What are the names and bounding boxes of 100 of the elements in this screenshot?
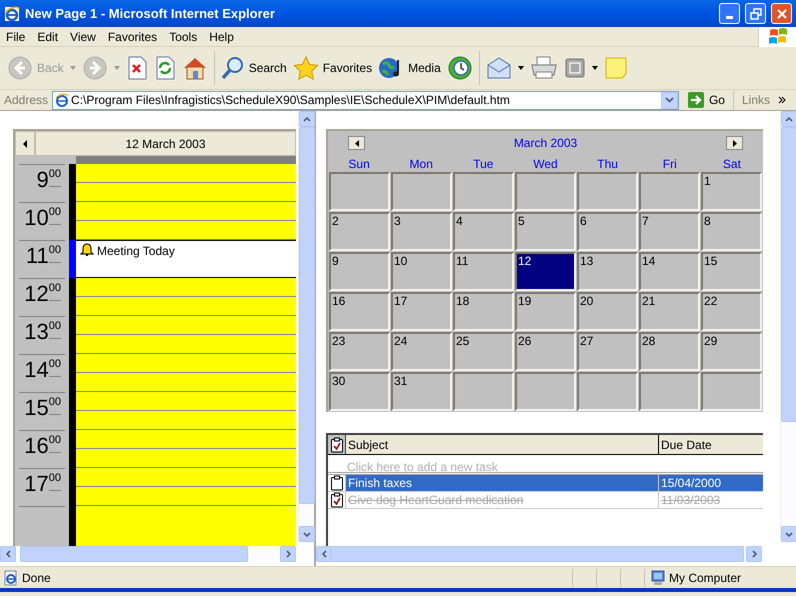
day-cell[interactable]: 19 xyxy=(515,292,576,331)
day-cell[interactable]: 14 xyxy=(639,252,700,291)
day-cell[interactable]: 5 xyxy=(515,212,576,251)
time-slot[interactable] xyxy=(76,202,296,240)
dropdown-caret-icon xyxy=(592,66,598,70)
day-cell[interactable]: 1 xyxy=(701,172,762,211)
dropdown-caret-icon xyxy=(114,66,120,70)
scroll-up-button[interactable] xyxy=(299,111,315,127)
day-cell[interactable] xyxy=(515,172,576,211)
scroll-left-button[interactable] xyxy=(0,546,16,562)
day-cell[interactable]: 24 xyxy=(391,332,452,371)
day-cell[interactable]: 30 xyxy=(329,372,390,411)
day-cell[interactable]: 31 xyxy=(391,372,452,411)
previous-month-button[interactable] xyxy=(348,136,365,150)
time-slot[interactable] xyxy=(76,164,296,202)
day-cell[interactable]: 9 xyxy=(329,252,390,291)
scroll-down-button[interactable] xyxy=(299,526,315,542)
menu-item[interactable]: Favorites xyxy=(102,26,164,46)
day-cell[interactable]: 16 xyxy=(329,292,390,331)
task-subject: Finish taxes xyxy=(346,475,659,492)
time-slot[interactable] xyxy=(76,468,296,506)
day-cell[interactable] xyxy=(453,172,514,211)
menu-item[interactable]: View xyxy=(64,26,102,46)
scroll-right-button[interactable] xyxy=(746,546,762,562)
column-header[interactable]: Subject xyxy=(346,435,659,454)
column-header[interactable]: Due Date xyxy=(659,435,763,454)
day-cell[interactable]: 12 xyxy=(515,252,576,291)
zone-label: My Computer xyxy=(669,570,742,586)
appointment[interactable]: Meeting Today xyxy=(76,240,296,278)
menu-item[interactable]: File xyxy=(0,26,32,46)
next-month-button[interactable] xyxy=(726,136,743,150)
day-cell[interactable]: 2 xyxy=(329,212,390,251)
day-cell[interactable]: 28 xyxy=(639,332,700,371)
weekday-label: Tue xyxy=(472,156,494,173)
day-cell[interactable]: 29 xyxy=(701,332,762,371)
toolbar-button[interactable]: Media xyxy=(375,49,444,87)
day-cell[interactable] xyxy=(515,372,576,411)
day-cell[interactable]: 8 xyxy=(701,212,762,251)
scroll-up-button[interactable] xyxy=(781,111,796,127)
scroll-thumb[interactable] xyxy=(781,127,796,422)
day-cell[interactable]: 6 xyxy=(577,212,638,251)
previous-day-button[interactable] xyxy=(15,131,35,156)
day-cell[interactable]: 11 xyxy=(453,252,514,291)
day-cell[interactable] xyxy=(639,172,700,211)
menu-item[interactable]: Tools xyxy=(163,26,204,46)
time-slot[interactable] xyxy=(76,392,296,430)
day-cell[interactable]: 18 xyxy=(453,292,514,331)
close-button[interactable] xyxy=(771,3,792,24)
day-cell[interactable]: 7 xyxy=(639,212,700,251)
day-cell[interactable] xyxy=(577,372,638,411)
scroll-down-button[interactable] xyxy=(781,526,796,542)
address-field[interactable]: C:\Program Files\Infragistics\ScheduleX90\Samples\IE\ScheduleX\PIM\default.htm xyxy=(52,90,679,110)
weekday-label: Wed xyxy=(532,156,559,173)
horizontal-scrollbar[interactable] xyxy=(0,546,296,562)
appointment-busy-bar xyxy=(69,240,76,278)
day-cell[interactable]: 15 xyxy=(701,252,762,291)
weekday-label: Sat xyxy=(722,156,742,173)
go-button[interactable]: Go xyxy=(682,90,729,110)
time-slot[interactable] xyxy=(76,278,296,316)
day-cell[interactable]: 23 xyxy=(329,332,390,371)
scroll-thumb[interactable] xyxy=(20,546,248,562)
time-slot[interactable] xyxy=(76,354,296,392)
down-chevron-icon xyxy=(303,532,311,536)
toolbar-button[interactable]: Favorites xyxy=(290,49,376,87)
day-cell[interactable] xyxy=(453,372,514,411)
day-cell[interactable] xyxy=(639,372,700,411)
time-slot[interactable] xyxy=(76,316,296,354)
toolbar-button[interactable]: Search xyxy=(218,49,290,87)
down-chevron-icon xyxy=(785,532,793,536)
day-cell[interactable] xyxy=(577,172,638,211)
scroll-thumb[interactable] xyxy=(299,127,315,504)
menu-item[interactable]: Edit xyxy=(31,26,64,46)
weekday-label: Fri xyxy=(662,156,678,173)
scroll-left-button[interactable] xyxy=(316,546,332,562)
day-cell[interactable]: 3 xyxy=(391,212,452,251)
task-row[interactable]: Finish taxes 15/04/2000 xyxy=(328,475,763,492)
vertical-scrollbar[interactable] xyxy=(298,111,314,542)
day-cell[interactable]: 27 xyxy=(577,332,638,371)
day-cell[interactable]: 13 xyxy=(577,252,638,291)
left-chevron-icon xyxy=(6,550,10,558)
vertical-scrollbar[interactable] xyxy=(780,111,796,542)
day-cell[interactable]: 4 xyxy=(453,212,514,251)
time-slot[interactable] xyxy=(76,430,296,468)
day-cell[interactable] xyxy=(391,172,452,211)
day-cell[interactable]: 17 xyxy=(391,292,452,331)
day-cell[interactable]: 10 xyxy=(391,252,452,291)
square-frame-icon xyxy=(564,57,586,79)
day-cell[interactable]: 20 xyxy=(577,292,638,331)
window-title: New Page 1 - Microsoft Internet Explorer xyxy=(25,4,276,23)
menu-item[interactable]: Help xyxy=(203,26,240,46)
day-cell[interactable]: 26 xyxy=(515,332,576,371)
minimize-button[interactable] xyxy=(719,3,740,24)
day-cell[interactable] xyxy=(701,372,762,411)
scroll-right-button[interactable] xyxy=(280,546,296,562)
weekday-label: Thu xyxy=(596,156,619,173)
day-cell[interactable]: 21 xyxy=(639,292,700,331)
restore-button[interactable] xyxy=(745,3,766,24)
day-cell[interactable]: 25 xyxy=(453,332,514,371)
day-cell[interactable]: 22 xyxy=(701,292,762,331)
day-cell[interactable] xyxy=(329,172,390,211)
